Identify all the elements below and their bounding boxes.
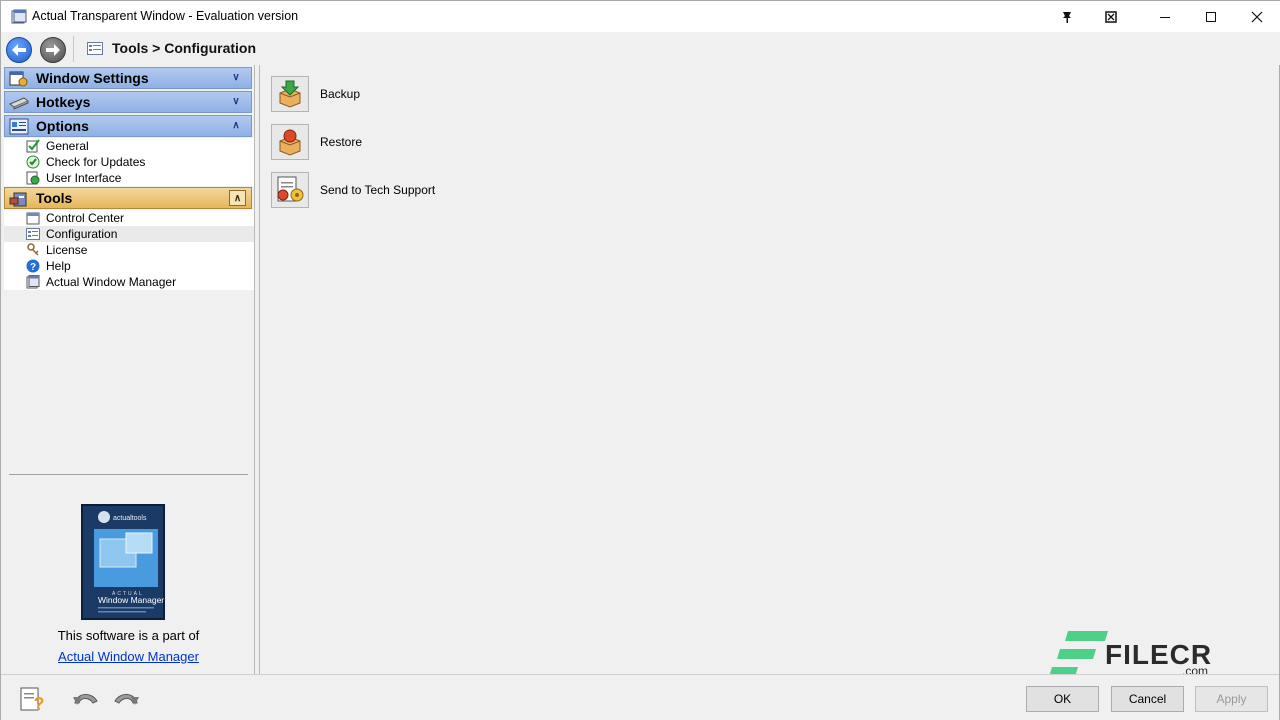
- sidebar-item-label: Configuration: [46, 227, 118, 241]
- promo-box-brand: actualtools: [113, 515, 147, 522]
- sidebar-item-license[interactable]: License: [4, 242, 254, 258]
- breadcrumb: Tools > Configuration: [112, 40, 257, 56]
- backup-icon: [279, 80, 301, 108]
- app-window: Actual Transparent Window - Evaluation v…: [0, 0, 1280, 720]
- help-document-icon[interactable]: ?: [18, 685, 48, 713]
- promo-box-title: Window Manager: [98, 595, 164, 605]
- back-button[interactable]: [6, 37, 32, 63]
- sidebar: Window Settings ∨ Hotkeys ∨ Options ∧ Ge…: [2, 65, 255, 674]
- sidebar-item-general[interactable]: General: [4, 138, 254, 154]
- options-icon: [9, 118, 29, 135]
- forward-button[interactable]: [40, 37, 66, 63]
- general-icon: [26, 139, 40, 153]
- ok-button[interactable]: OK: [1026, 686, 1099, 712]
- send-to-tech-support-label: Send to Tech Support: [320, 183, 436, 197]
- backup-button[interactable]: [271, 76, 309, 112]
- tools-items: Control Center Configuration License ? H…: [4, 210, 254, 290]
- section-tools[interactable]: Tools ∧: [4, 187, 252, 209]
- promo-divider: [9, 474, 248, 475]
- promo-text: This software is a part of: [57, 628, 200, 643]
- chevron-down-icon[interactable]: ∨: [229, 95, 243, 109]
- section-label: Hotkeys: [36, 94, 91, 110]
- close-icon: [1251, 11, 1263, 22]
- sidebar-item-label: General: [46, 139, 89, 153]
- sidebar-item-label: Control Center: [46, 211, 125, 225]
- configuration-icon: [26, 228, 40, 240]
- rollup-icon: [1105, 10, 1117, 23]
- sidebar-item-configuration[interactable]: Configuration: [4, 226, 254, 242]
- maximize-icon: [1206, 11, 1216, 22]
- sidebar-item-label: User Interface: [46, 171, 122, 185]
- license-icon: [27, 243, 39, 256]
- cancel-button[interactable]: Cancel: [1111, 686, 1184, 712]
- section-options[interactable]: Options ∧: [4, 115, 252, 137]
- restore-button[interactable]: [271, 124, 309, 160]
- options-items: General Check for Updates User Interface: [4, 138, 254, 186]
- maximize-button[interactable]: [1188, 1, 1234, 32]
- navigation-bar: Tools > Configuration: [1, 32, 1280, 65]
- sidebar-item-actual-window-manager[interactable]: Actual Window Manager: [4, 274, 254, 290]
- restore-icon: [279, 129, 301, 156]
- minimize-icon: [1160, 16, 1170, 18]
- pin-icon: [1063, 11, 1071, 23]
- control-center-icon: [26, 212, 40, 225]
- app-icon: [11, 9, 27, 24]
- sidebar-item-control-center[interactable]: Control Center: [4, 210, 254, 226]
- backup-action[interactable]: Backup: [271, 76, 671, 114]
- pin-button[interactable]: [1044, 1, 1090, 32]
- keyboard-icon: [9, 97, 29, 110]
- section-label: Options: [36, 118, 89, 134]
- sidebar-item-check-for-updates[interactable]: Check for Updates: [4, 154, 254, 170]
- send-to-tech-support-action[interactable]: Send to Tech Support: [271, 172, 671, 210]
- restore-label: Restore: [320, 135, 363, 149]
- chevron-up-icon[interactable]: ∧: [229, 190, 246, 206]
- sidebar-item-label: Check for Updates: [46, 155, 146, 169]
- forward-arrow-icon: [46, 44, 60, 56]
- redo-icon[interactable]: [111, 685, 141, 713]
- close-button[interactable]: [1234, 1, 1280, 32]
- help-icon: ?: [26, 259, 40, 273]
- sidebar-item-label: License: [46, 243, 88, 257]
- section-label: Window Settings: [36, 70, 149, 86]
- undo-icon[interactable]: [71, 685, 101, 713]
- restore-action[interactable]: Restore: [271, 124, 671, 162]
- footer-bar: ? OK Cancel Apply: [1, 674, 1279, 720]
- product-box-image: actualtools ACTUAL Window Manager: [81, 504, 165, 620]
- sidebar-item-label: Help: [46, 259, 71, 273]
- content-panel: Backup Restore Send to Tech Support: [259, 65, 1279, 674]
- back-arrow-icon: [12, 44, 26, 56]
- section-hotkeys[interactable]: Hotkeys ∨: [4, 91, 252, 113]
- window-settings-icon: [9, 71, 28, 87]
- window-title: Actual Transparent Window - Evaluation v…: [32, 9, 299, 23]
- user-interface-icon: [26, 171, 40, 185]
- minimize-button[interactable]: [1142, 1, 1188, 32]
- title-bar: Actual Transparent Window - Evaluation v…: [1, 1, 1280, 32]
- nav-separator: [73, 36, 74, 62]
- promo-link[interactable]: Actual Window Manager: [2, 649, 255, 664]
- send-to-tech-support-button[interactable]: [271, 172, 309, 208]
- rollup-button[interactable]: [1088, 1, 1134, 32]
- apply-button[interactable]: Apply: [1195, 686, 1268, 712]
- window-manager-icon: [26, 275, 40, 289]
- sidebar-item-help[interactable]: ? Help: [4, 258, 254, 274]
- chevron-down-icon[interactable]: ∨: [229, 71, 243, 85]
- updates-icon: [26, 155, 40, 169]
- section-label: Tools: [36, 190, 73, 206]
- sidebar-item-user-interface[interactable]: User Interface: [4, 170, 254, 186]
- tech-support-icon: [277, 176, 304, 202]
- tools-icon: [9, 192, 27, 207]
- svg-text:?: ?: [30, 262, 36, 273]
- configuration-icon: [87, 42, 103, 55]
- chevron-up-icon[interactable]: ∧: [229, 119, 243, 133]
- svg-text:?: ?: [34, 694, 45, 713]
- backup-label: Backup: [320, 87, 361, 101]
- section-window-settings[interactable]: Window Settings ∨: [4, 67, 252, 89]
- sidebar-item-label: Actual Window Manager: [46, 275, 177, 289]
